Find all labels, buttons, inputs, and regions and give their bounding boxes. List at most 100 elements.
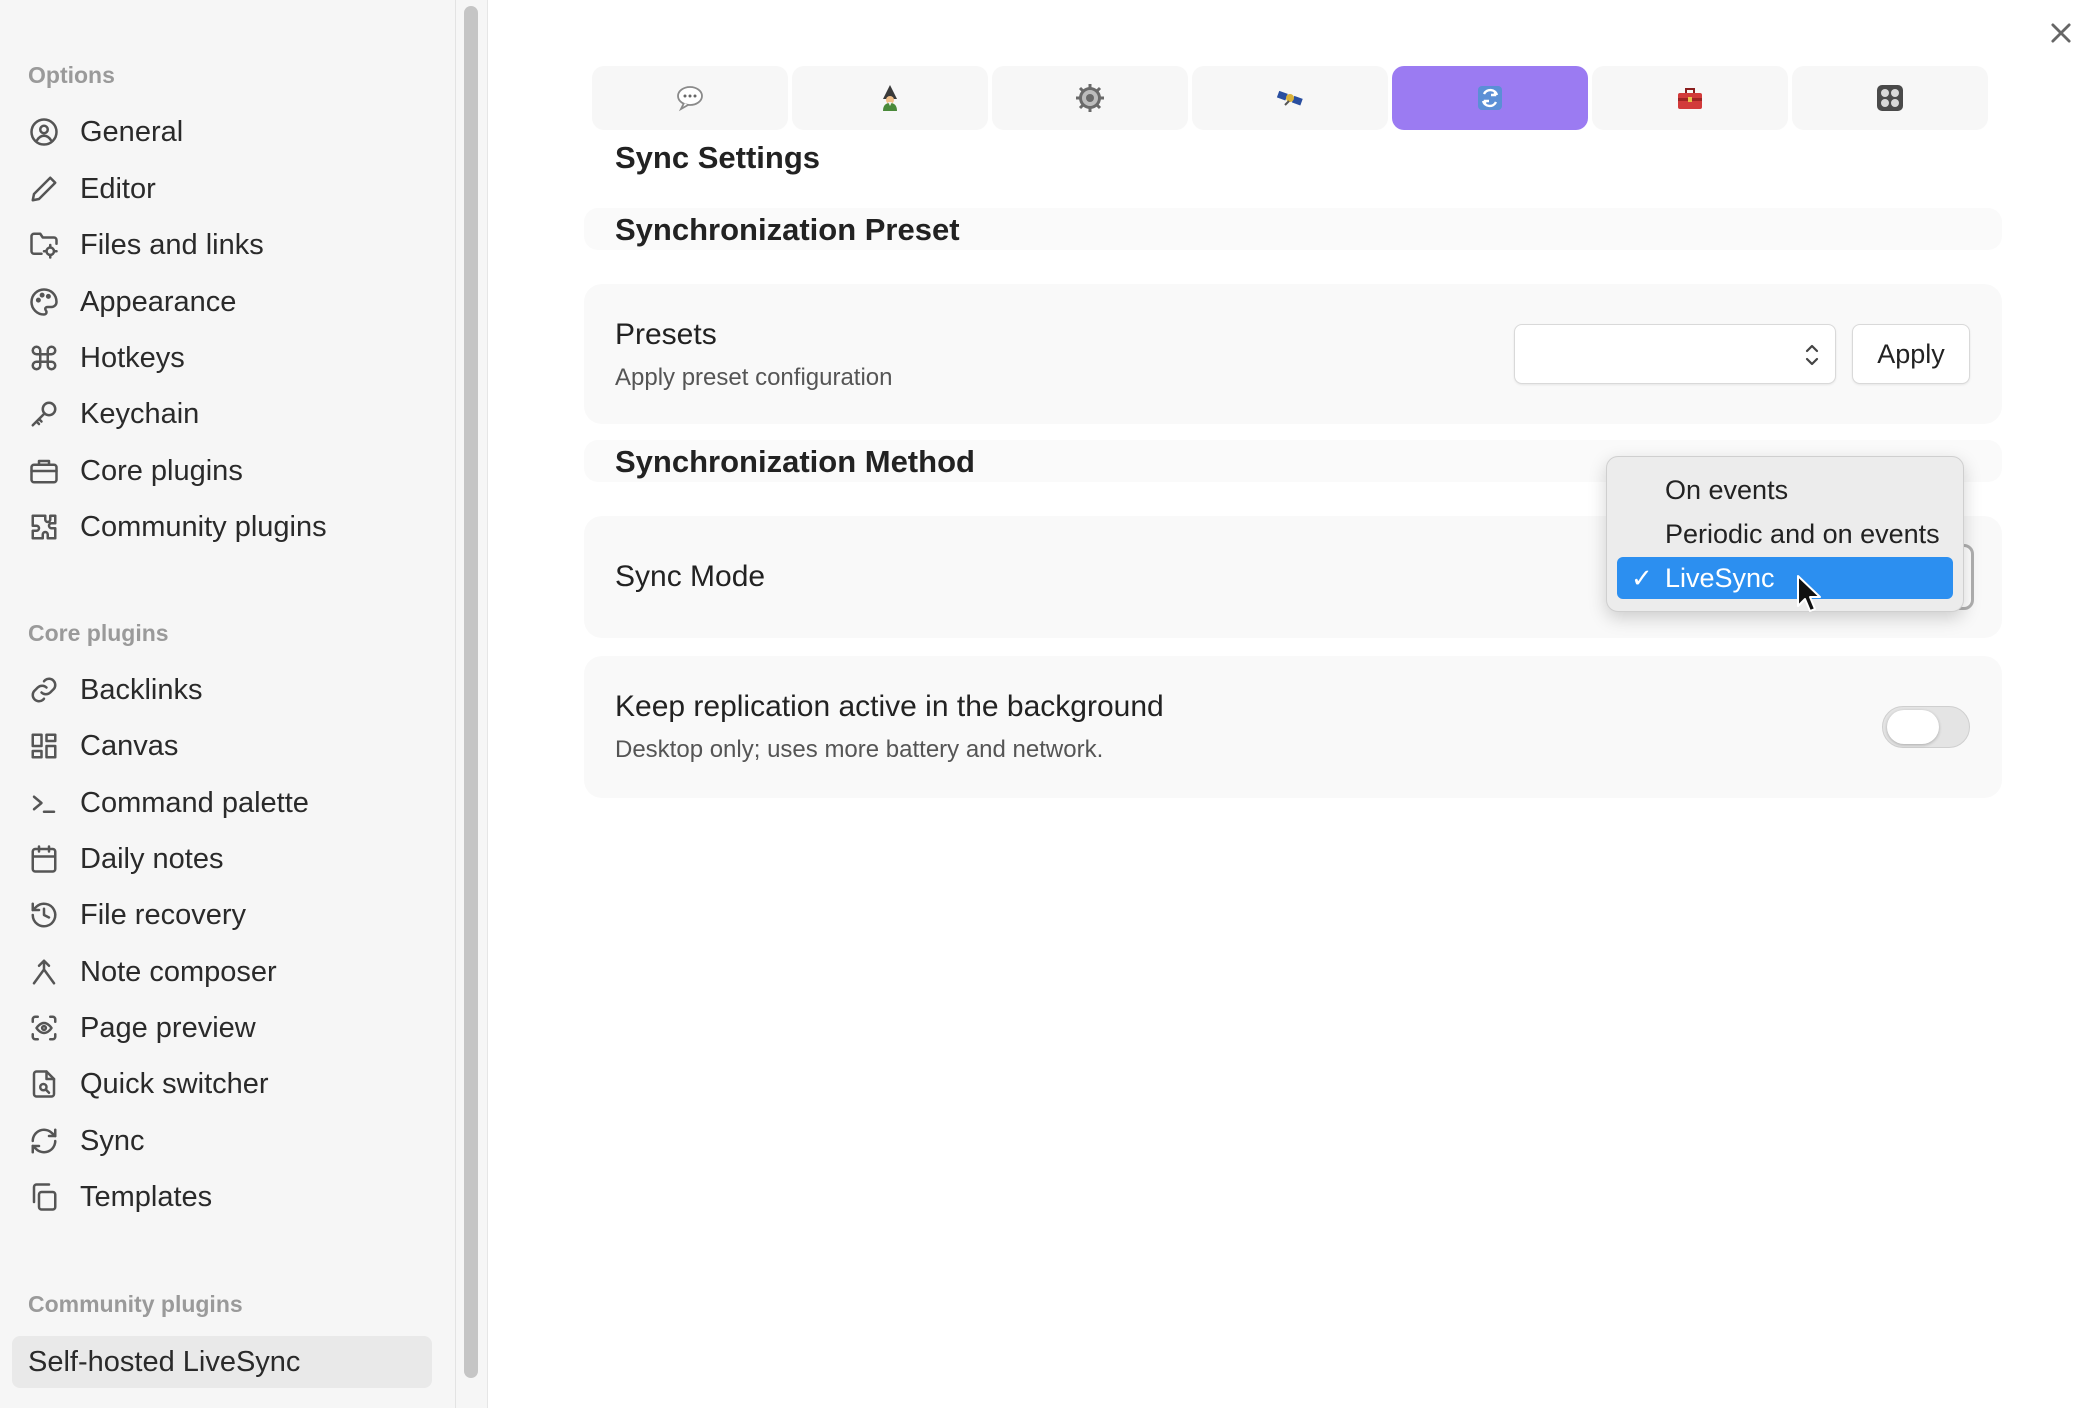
sidebar-item-label: Community plugins — [80, 510, 327, 543]
toggle-knob — [1887, 710, 1939, 744]
tab-satellite[interactable] — [1192, 66, 1388, 130]
satellite-icon — [1276, 90, 1303, 106]
sync-arrows-icon — [1478, 86, 1502, 110]
sidebar-item-core-plugins[interactable]: Core plugins — [12, 445, 432, 497]
sidebar-item-label: Note composer — [80, 955, 277, 988]
sidebar-item-label: Files and links — [80, 228, 264, 261]
presets-select[interactable] — [1514, 324, 1836, 384]
speech-bubble-icon — [677, 86, 703, 112]
layout-grid-icon — [28, 730, 60, 762]
apply-preset-button[interactable]: Apply — [1852, 324, 1970, 384]
key-icon — [28, 398, 60, 430]
sidebar-item-keychain[interactable]: Keychain — [12, 388, 432, 440]
preset-section-heading: Synchronization Preset — [615, 212, 960, 247]
background-replication-toggle[interactable] — [1882, 706, 1970, 748]
sidebar-item-canvas[interactable]: Canvas — [12, 720, 432, 772]
sidebar-item-appearance[interactable]: Appearance — [12, 276, 432, 328]
history-icon — [28, 899, 60, 931]
sidebar-item-label: Core plugins — [80, 454, 243, 487]
page-title: Sync Settings — [615, 140, 820, 175]
sidebar-item-label: Canvas — [80, 729, 179, 762]
background-replication-name: Keep replication active in the backgroun… — [615, 690, 1164, 723]
settings-sidebar: Options General Editor Files and links A… — [0, 0, 456, 1408]
pencil-icon — [28, 173, 60, 205]
tab-speech-bubble[interactable] — [592, 66, 788, 130]
close-icon — [2051, 23, 2071, 43]
mouse-cursor-icon — [1797, 575, 1821, 612]
sidebar-item-backlinks[interactable]: Backlinks — [12, 664, 432, 716]
sidebar-item-general[interactable]: General — [12, 106, 432, 158]
sidebar-item-label: Templates — [80, 1180, 213, 1213]
sidebar-item-label: Command palette — [80, 786, 309, 819]
sidebar-item-command-palette[interactable]: Command palette — [12, 777, 432, 829]
sidebar-item-community-plugins[interactable]: Community plugins — [12, 501, 432, 553]
sidebar-item-label: Page preview — [80, 1011, 256, 1044]
briefcase-icon — [28, 455, 60, 487]
background-replication-description: Desktop only; uses more battery and netw… — [615, 736, 1104, 763]
option-label: Periodic and on events — [1665, 518, 1940, 549]
control-knobs-icon — [1877, 85, 1903, 111]
method-section-heading: Synchronization Method — [615, 444, 975, 479]
sidebar-item-label: Hotkeys — [80, 341, 185, 374]
wizard-icon — [883, 85, 897, 111]
refresh-icon — [28, 1125, 60, 1157]
gear-icon — [1076, 84, 1104, 112]
sidebar-heading-community-plugins: Community plugins — [28, 1291, 243, 1317]
sidebar-item-label: General — [80, 115, 184, 148]
sidebar-item-self-hosted-livesync[interactable]: Self-hosted LiveSync — [12, 1336, 432, 1388]
sidebar-item-file-recovery[interactable]: File recovery — [12, 889, 432, 941]
folder-cog-icon — [28, 229, 60, 261]
copy-icon — [28, 1181, 60, 1213]
sidebar-item-label: File recovery — [80, 898, 246, 931]
sidebar-item-templates[interactable]: Templates — [12, 1171, 432, 1223]
sidebar-item-label: Quick switcher — [80, 1067, 269, 1100]
sidebar-item-files-and-links[interactable]: Files and links — [12, 219, 432, 271]
command-icon — [28, 342, 60, 374]
sync-mode-name: Sync Mode — [615, 560, 766, 593]
sidebar-item-daily-notes[interactable]: Daily notes — [12, 833, 432, 885]
sidebar-item-label: Sync — [80, 1124, 145, 1157]
file-search-icon — [28, 1068, 60, 1100]
calendar-icon — [28, 843, 60, 875]
tab-gear[interactable] — [992, 66, 1188, 130]
sidebar-item-label: Keychain — [80, 397, 200, 430]
tab-toolbox[interactable] — [1592, 66, 1788, 130]
sync-mode-option-periodic[interactable]: Periodic and on events — [1617, 513, 1953, 555]
chevron-up-down-icon — [1805, 344, 1819, 366]
sidebar-item-label: Self-hosted LiveSync — [28, 1345, 301, 1378]
tab-sync[interactable] — [1392, 66, 1588, 130]
close-button[interactable] — [2044, 16, 2078, 50]
link-icon — [28, 674, 60, 706]
sidebar-heading-options: Options — [28, 62, 115, 88]
checkmark-icon: ✓ — [1631, 563, 1653, 593]
option-label: On events — [1665, 474, 1789, 505]
sidebar-item-sync[interactable]: Sync — [12, 1115, 432, 1167]
sync-mode-dropdown: On events Periodic and on events ✓ LiveS… — [1606, 456, 1964, 612]
sidebar-item-note-composer[interactable]: Note composer — [12, 946, 432, 998]
sidebar-item-page-preview[interactable]: Page preview — [12, 1002, 432, 1054]
sidebar-item-label: Backlinks — [80, 673, 203, 706]
sync-mode-option-on-events[interactable]: On events — [1617, 469, 1953, 511]
sidebar-item-quick-switcher[interactable]: Quick switcher — [12, 1058, 432, 1110]
sidebar-item-hotkeys[interactable]: Hotkeys — [12, 332, 432, 384]
tab-wizard[interactable] — [792, 66, 988, 130]
sidebar-scrollbar-thumb[interactable] — [464, 6, 478, 1378]
user-circle-icon — [28, 116, 60, 148]
sync-mode-option-livesync[interactable]: ✓ LiveSync — [1617, 557, 1953, 599]
option-label: LiveSync — [1665, 562, 1775, 593]
sidebar-item-editor[interactable]: Editor — [12, 163, 432, 215]
toolbox-icon — [1678, 88, 1702, 109]
background-replication-setting: Keep replication active in the backgroun… — [584, 656, 2002, 798]
sidebar-heading-core-plugins: Core plugins — [28, 620, 169, 646]
sidebar-item-label: Daily notes — [80, 842, 224, 875]
sidebar-item-label: Appearance — [80, 285, 237, 318]
palette-icon — [28, 286, 60, 318]
tab-control-knobs[interactable] — [1792, 66, 1988, 130]
puzzle-icon — [28, 511, 60, 543]
sidebar-item-label: Editor — [80, 172, 156, 205]
eye-scan-icon — [28, 1012, 60, 1044]
terminal-icon — [28, 787, 60, 819]
presets-name: Presets — [615, 318, 717, 351]
merge-icon — [28, 956, 60, 988]
presets-description: Apply preset configuration — [615, 364, 893, 391]
